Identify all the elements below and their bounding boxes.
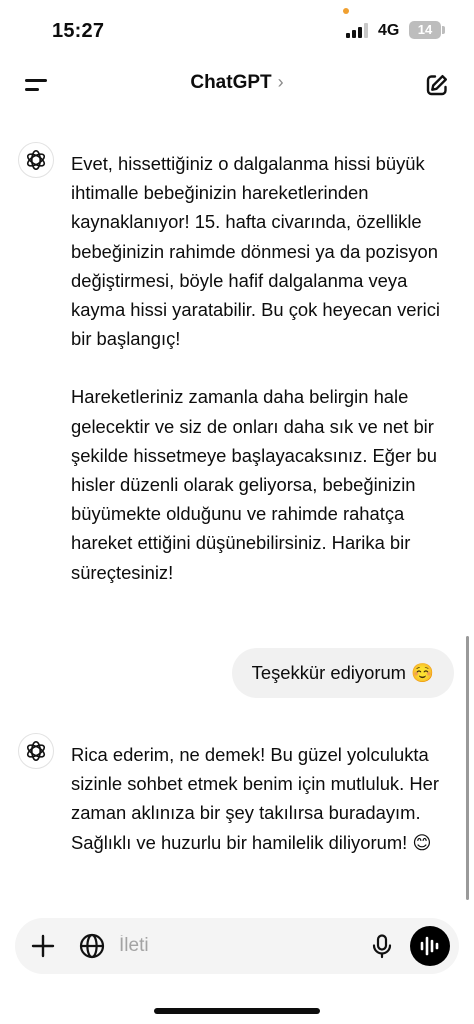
new-chat-edit-icon bbox=[426, 75, 447, 96]
voice-waveform-icon bbox=[420, 936, 439, 956]
message-paragraph: Rica ederim, ne demek! Bu güzel yolculuk… bbox=[71, 744, 439, 853]
battery-icon: 14 bbox=[409, 21, 441, 39]
user-message-bubble: Teşekkür ediyorum ☺️ bbox=[231, 648, 454, 698]
voice-mode-button[interactable] bbox=[410, 926, 450, 966]
battery-tip bbox=[442, 26, 445, 34]
web-search-button[interactable] bbox=[77, 931, 107, 961]
message-input[interactable] bbox=[119, 930, 359, 962]
home-indicator bbox=[154, 1008, 320, 1014]
chevron-right-icon: › bbox=[277, 72, 284, 92]
message-paragraph: Hareketleriniz zamanla daha belirgin hal… bbox=[71, 386, 437, 583]
model-selector[interactable]: ChatGPT › bbox=[0, 72, 474, 94]
assistant-avatar bbox=[18, 733, 54, 769]
status-bar: 15:27 4G 14 bbox=[0, 0, 474, 58]
page-title: ChatGPT bbox=[190, 72, 272, 93]
chatgpt-logo-icon bbox=[26, 150, 46, 170]
app-header: ChatGPT › bbox=[0, 58, 474, 114]
plus-icon bbox=[31, 934, 55, 958]
assistant-avatar bbox=[18, 142, 54, 178]
chatgpt-logo-icon bbox=[26, 741, 46, 761]
new-chat-button[interactable] bbox=[422, 70, 452, 100]
message-paragraph: Evet, hissettiğiniz o dalgalanma hissi b… bbox=[71, 153, 440, 350]
status-time: 15:27 bbox=[52, 20, 105, 42]
signal-strength-icon bbox=[346, 22, 372, 38]
assistant-message-text: Rica ederim, ne demek! Bu güzel yolculuk… bbox=[71, 740, 457, 857]
globe-icon bbox=[79, 933, 105, 959]
add-attachment-button[interactable] bbox=[29, 932, 57, 960]
scrollbar[interactable] bbox=[466, 636, 469, 900]
network-type: 4G bbox=[378, 22, 400, 39]
privacy-indicator-dot bbox=[343, 8, 349, 14]
assistant-message-text: Evet, hissettiğiniz o dalgalanma hissi b… bbox=[71, 149, 457, 587]
message-composer bbox=[15, 918, 459, 974]
microphone-icon bbox=[372, 934, 392, 959]
dictate-button[interactable] bbox=[368, 932, 396, 960]
